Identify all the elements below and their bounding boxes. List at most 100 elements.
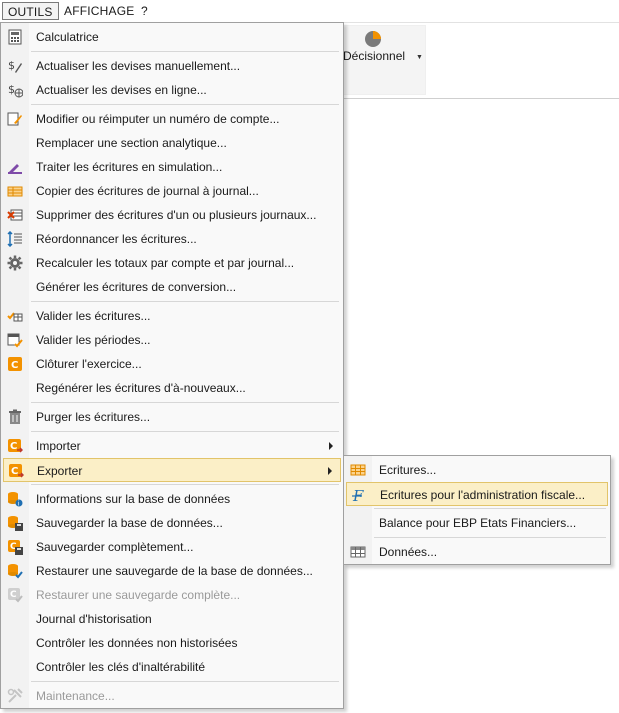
- menu-item-modifier-compte[interactable]: Modifier ou réimputer un numéro de compt…: [3, 107, 341, 131]
- submenu-item-ecritures[interactable]: Ecritures...: [346, 458, 608, 482]
- menu-item-label: Modifier ou réimputer un numéro de compt…: [36, 112, 280, 126]
- menu-item-remplacer-section[interactable]: Remplacer une section analytique...: [3, 131, 341, 155]
- trash-icon: [9, 409, 21, 424]
- menu-item-simulation[interactable]: Traiter les écritures en simulation...: [3, 155, 341, 179]
- menu-item-actualiser-manuel[interactable]: $ Actualiser les devises manuellement...: [3, 54, 341, 78]
- menu-item-label: Balance pour EBP Etats Financiers...: [379, 516, 577, 530]
- menu-help[interactable]: ?: [136, 2, 153, 20]
- separator: [31, 51, 339, 52]
- grid-icon: [350, 464, 366, 476]
- submenu-arrow-icon: [328, 467, 332, 475]
- menu-item-valider-periodes[interactable]: Valider les périodes...: [3, 328, 341, 352]
- currency-online-icon: $: [8, 83, 23, 98]
- menu-item-label: Restaurer une sauvegarde de la base de d…: [36, 564, 313, 578]
- dropdown-arrow-icon[interactable]: ▼: [416, 54, 423, 61]
- menu-item-label: Réordonnancer les écritures...: [36, 232, 197, 246]
- pie-chart-icon: [365, 31, 381, 47]
- menu-item-label: Sauvegarder la base de données...: [36, 516, 223, 530]
- submenu-arrow-icon: [329, 442, 333, 450]
- menu-item-label: Restaurer une sauvegarde complète...: [36, 588, 241, 602]
- import-icon: C: [8, 439, 23, 453]
- menu-item-valider-ecritures[interactable]: Valider les écritures...: [3, 304, 341, 328]
- fec-icon: F: [352, 487, 364, 503]
- menu-item-purger[interactable]: Purger les écritures...: [3, 405, 341, 429]
- separator: [31, 484, 339, 485]
- separator: [374, 508, 606, 509]
- separator: [374, 537, 606, 538]
- menu-item-importer[interactable]: C Importer: [3, 434, 341, 458]
- menu-item-label: Clôturer l'exercice...: [36, 357, 142, 371]
- menu-item-label: Traiter les écritures en simulation...: [36, 160, 223, 174]
- menu-item-label: Importer: [36, 439, 81, 453]
- separator: [31, 402, 339, 403]
- svg-text:C: C: [11, 360, 18, 371]
- submenu-item-balance-ebp[interactable]: Balance pour EBP Etats Financiers...: [346, 511, 608, 535]
- svg-text:$: $: [8, 83, 15, 96]
- menu-item-label: Valider les périodes...: [36, 333, 151, 347]
- menu-item-controler-donnees[interactable]: Contrôler les données non historisées: [3, 631, 341, 655]
- menu-item-label: Regénérer les écritures d'à-nouveaux...: [36, 381, 246, 395]
- menu-item-supprimer-journaux[interactable]: Supprimer des écritures d'un ou plusieur…: [3, 203, 341, 227]
- menu-item-sauvegarder-bdd[interactable]: Sauvegarder la base de données...: [3, 511, 341, 535]
- journal-delete-icon: [7, 209, 23, 221]
- menu-item-label: Valider les écritures...: [36, 309, 151, 323]
- menu-item-copier-journal[interactable]: Copier des écritures de journal à journa…: [3, 179, 341, 203]
- decisionnel-label: Décisionnel: [343, 49, 406, 63]
- menu-item-journal-historisation[interactable]: Journal d'historisation: [3, 607, 341, 631]
- menu-item-regenerer[interactable]: Regénérer les écritures d'à-nouveaux...: [3, 376, 341, 400]
- menu-item-generer-conversion[interactable]: Générer les écritures de conversion...: [3, 275, 341, 299]
- full-save-icon: C: [8, 540, 23, 555]
- svg-text:C: C: [11, 466, 18, 477]
- menu-item-label: Recalculer les totaux par compte et par …: [36, 256, 295, 270]
- menu-item-actualiser-ligne[interactable]: $ Actualiser les devises en ligne...: [3, 78, 341, 102]
- submenu-item-donnees[interactable]: Données...: [346, 540, 608, 564]
- menu-item-label: Remplacer une section analytique...: [36, 136, 227, 150]
- db-save-icon: [8, 516, 23, 531]
- menubar: OUTILS AFFICHAGE ?: [0, 0, 619, 23]
- decisionnel-button[interactable]: Décisionnel ▼: [338, 25, 426, 95]
- exporter-submenu: Ecritures... F Ecritures pour l'administ…: [343, 455, 611, 565]
- outils-menu: Calculatrice $ Actualiser les devises ma…: [0, 22, 344, 709]
- separator: [31, 431, 339, 432]
- menu-item-reordonnancer[interactable]: Réordonnancer les écritures...: [3, 227, 341, 251]
- db-info-icon: i: [8, 492, 23, 507]
- menu-item-label: Purger les écritures...: [36, 410, 151, 424]
- db-restore-icon: [8, 564, 23, 579]
- menu-item-label: Informations sur la base de données: [36, 492, 231, 506]
- currency-edit-icon: $: [8, 59, 22, 73]
- separator: [31, 104, 339, 105]
- close-year-icon: C: [8, 357, 22, 371]
- full-restore-icon: C: [8, 588, 23, 603]
- reorder-icon: [7, 231, 22, 247]
- menu-item-label: Ecritures pour l'administration fiscale.…: [380, 488, 586, 502]
- menu-item-calculatrice[interactable]: Calculatrice: [3, 25, 341, 49]
- menu-item-label: Journal d'historisation: [36, 612, 152, 626]
- menu-item-label: Actualiser les devises en ligne...: [36, 83, 207, 97]
- menu-item-restaurer-bdd[interactable]: Restaurer une sauvegarde de la base de d…: [3, 559, 341, 583]
- separator: [31, 681, 339, 682]
- menu-outils[interactable]: OUTILS: [2, 2, 59, 20]
- menu-item-label: Copier des écritures de journal à journa…: [36, 184, 259, 198]
- submenu-item-ecritures-fiscale[interactable]: F Ecritures pour l'administration fiscal…: [346, 482, 608, 506]
- svg-text:$: $: [8, 59, 15, 72]
- export-icon: C: [9, 464, 24, 478]
- separator: [31, 301, 339, 302]
- wrench-icon: [7, 688, 23, 703]
- menu-item-label: Exporter: [37, 464, 83, 478]
- menu-item-exporter[interactable]: C Exporter: [3, 458, 341, 482]
- svg-text:F: F: [352, 487, 364, 503]
- menu-item-label: Contrôler les données non historisées: [36, 636, 238, 650]
- account-edit-icon: [7, 112, 22, 126]
- menu-item-controler-cles[interactable]: Contrôler les clés d'inaltérabilité: [3, 655, 341, 679]
- menu-item-recalculer[interactable]: Recalculer les totaux par compte et par …: [3, 251, 341, 275]
- menu-item-informations-bdd[interactable]: i Informations sur la base de données: [3, 487, 341, 511]
- menu-item-cloturer[interactable]: C Clôturer l'exercice...: [3, 352, 341, 376]
- menu-item-maintenance: Maintenance...: [3, 684, 341, 708]
- menu-affichage[interactable]: AFFICHAGE: [59, 2, 139, 20]
- gear-icon: [7, 255, 23, 271]
- svg-text:C: C: [10, 441, 17, 452]
- menu-item-label: Maintenance...: [36, 689, 115, 703]
- menu-item-label: Contrôler les clés d'inaltérabilité: [36, 660, 206, 674]
- menu-item-sauvegarder-complet[interactable]: C Sauvegarder complètement...: [3, 535, 341, 559]
- menu-item-label: Données...: [379, 545, 438, 559]
